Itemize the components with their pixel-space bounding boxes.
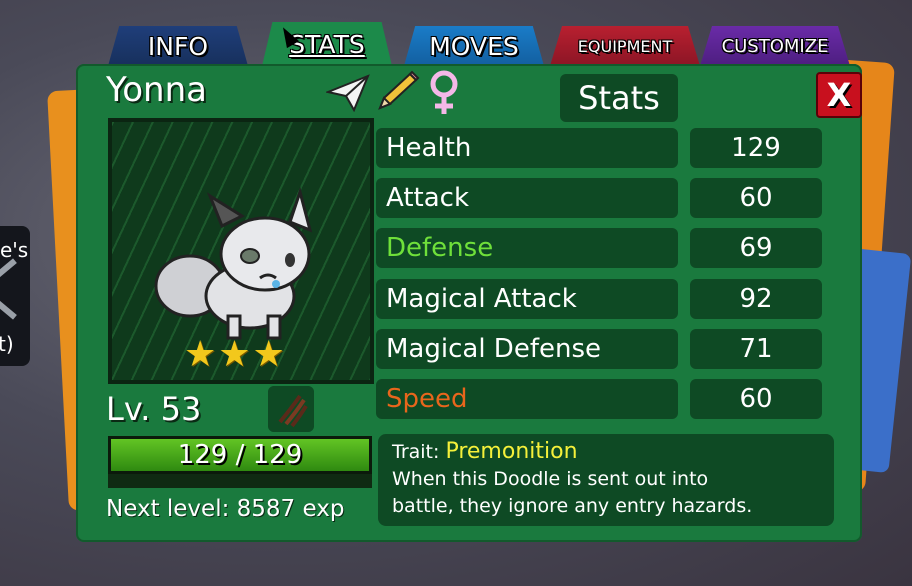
side-panel-text-bottom: t) (0, 332, 14, 356)
doodle-level: Lv. 53 (106, 390, 202, 428)
stat-row-defense: Defense 69 (376, 228, 822, 268)
side-panel-text-top: e's (0, 238, 29, 262)
doodle-name: Yonna (106, 70, 207, 110)
exp-bar (108, 474, 372, 488)
stat-value: 71 (690, 329, 822, 369)
stat-row-magical-defense: Magical Defense 71 (376, 329, 822, 369)
hp-text: 129 / 129 (177, 440, 303, 470)
panel-title: Stats (560, 74, 678, 122)
next-level-exp: Next level: 8587 exp (106, 496, 345, 522)
stat-row-speed: Speed 60 (376, 379, 822, 419)
tab-moves[interactable]: MOVES (404, 26, 544, 66)
stat-row-attack: Attack 60 (376, 178, 822, 218)
stat-label: Magical Attack (376, 279, 678, 319)
female-gender-icon (430, 70, 458, 114)
tab-customize[interactable]: CUSTOMIZE (700, 26, 850, 66)
stat-value: 129 (690, 128, 822, 168)
stat-row-magical-attack: Magical Attack 92 (376, 279, 822, 319)
claw-type-icon[interactable] (268, 386, 314, 432)
pencil-icon[interactable] (374, 70, 420, 114)
stat-label: Health (376, 128, 678, 168)
rarity-stars: ★★★ (184, 334, 287, 375)
tab-equipment[interactable]: EQUIPMENT (550, 26, 700, 66)
doodle-creature-image (154, 186, 313, 340)
stat-label: Speed (376, 379, 678, 419)
side-panel: e's t) (0, 226, 30, 366)
stat-label: Attack (376, 178, 678, 218)
close-button[interactable]: X (816, 72, 862, 118)
stat-label: Defense (376, 228, 678, 268)
trait-prefix: Trait: (392, 441, 440, 463)
stat-value: 92 (690, 279, 822, 319)
tab-info[interactable]: INFO (108, 26, 248, 66)
stat-value: 69 (690, 228, 822, 268)
trait-description-line1: When this Doodle is sent out into (392, 468, 709, 490)
side-panel-mark (0, 298, 17, 320)
stat-value: 60 (690, 178, 822, 218)
stat-row-health: Health 129 (376, 128, 822, 168)
paper-plane-icon[interactable] (326, 72, 370, 112)
stat-value: 60 (690, 379, 822, 419)
stat-label: Magical Defense (376, 329, 678, 369)
trait-name: Premonition (445, 439, 578, 464)
trait-description-line2: battle, they ignore any entry hazards. (392, 495, 753, 517)
trait-box: Trait: Premonition When this Doodle is s… (378, 434, 834, 526)
hp-bar: 129 / 129 (108, 436, 372, 474)
